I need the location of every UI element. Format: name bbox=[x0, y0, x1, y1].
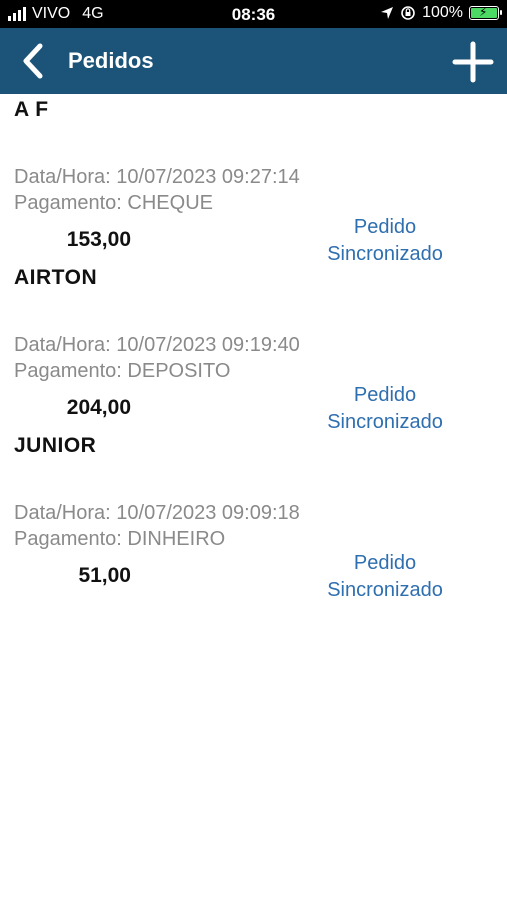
order-payment: Pagamento: DEPOSITO bbox=[14, 360, 231, 382]
order-amount: 204,00 bbox=[66, 396, 131, 419]
order-amount: 153,00 bbox=[66, 228, 131, 251]
battery-percentage: 100% bbox=[422, 4, 463, 21]
back-chevron-icon[interactable] bbox=[18, 42, 48, 80]
navigation-bar: Pedidos bbox=[0, 28, 507, 94]
status-bar: VIVO 4G 08:36 100% ⚡ bbox=[0, 0, 507, 28]
order-client-name: AIRTON bbox=[14, 266, 98, 289]
order-datetime: Data/Hora: 10/07/2023 09:09:18 bbox=[14, 502, 300, 524]
order-sync-status[interactable]: Pedido Sincronizado bbox=[300, 214, 470, 268]
battery-charging-icon: ⚡ bbox=[469, 5, 502, 20]
status-bar-right: 100% ⚡ bbox=[380, 4, 502, 22]
order-payment: Pagamento: DINHEIRO bbox=[14, 528, 226, 550]
page-title: Pedidos bbox=[68, 48, 154, 73]
order-payment: Pagamento: CHEQUE bbox=[14, 192, 213, 214]
orientation-lock-icon bbox=[401, 6, 415, 20]
order-sync-status[interactable]: Pedido Sincronizado bbox=[300, 550, 470, 604]
order-item[interactable]: Data/Hora: 10/07/2023 09:09:18 Pagamento… bbox=[0, 502, 507, 642]
order-datetime: Data/Hora: 10/07/2023 09:19:40 bbox=[14, 334, 300, 356]
order-amount: 51,00 bbox=[78, 564, 131, 587]
order-sync-status[interactable]: Pedido Sincronizado bbox=[300, 382, 470, 436]
add-order-plus-icon[interactable] bbox=[451, 40, 495, 84]
order-client-name: A F bbox=[14, 98, 49, 121]
order-client-name: JUNIOR bbox=[14, 434, 97, 457]
order-datetime: Data/Hora: 10/07/2023 09:27:14 bbox=[14, 166, 300, 188]
location-arrow-icon bbox=[381, 7, 394, 19]
